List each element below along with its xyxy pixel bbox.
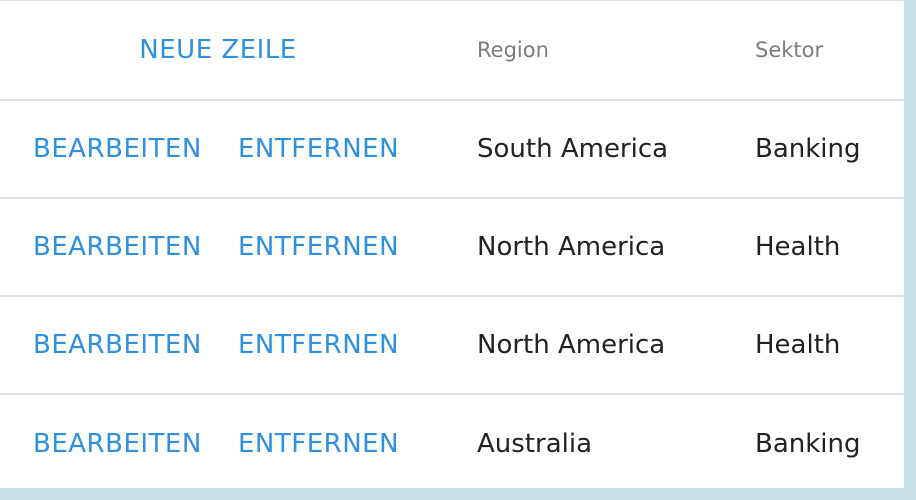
remove-button[interactable]: ENTFERNEN: [238, 330, 399, 360]
cell-sector: Health: [755, 232, 841, 262]
column-header-sector[interactable]: Sektor: [755, 1, 823, 99]
edit-button[interactable]: BEARBEITEN: [33, 330, 202, 360]
cell-region: North America: [477, 330, 666, 360]
row-commands: BEARBEITEN ENTFERNEN: [0, 297, 436, 393]
table-row: BEARBEITEN ENTFERNEN South America Banki…: [0, 101, 904, 199]
grid-header-row: NEUE ZEILE Region Sektor: [0, 1, 904, 101]
cell-region: North America: [477, 232, 666, 262]
table-row: BEARBEITEN ENTFERNEN North America Healt…: [0, 199, 904, 297]
cell-region: South America: [477, 134, 669, 164]
edit-button[interactable]: BEARBEITEN: [33, 232, 202, 262]
row-commands: BEARBEITEN ENTFERNEN: [0, 199, 436, 295]
cell-region: Australia: [477, 429, 593, 459]
table-row: BEARBEITEN ENTFERNEN North America Healt…: [0, 297, 904, 395]
remove-button[interactable]: ENTFERNEN: [238, 232, 399, 262]
row-commands: BEARBEITEN ENTFERNEN: [0, 395, 436, 493]
column-header-region[interactable]: Region: [477, 1, 549, 99]
cell-sector: Banking: [755, 134, 861, 164]
table-row: BEARBEITEN ENTFERNEN Australia Banking: [0, 395, 904, 493]
row-commands: BEARBEITEN ENTFERNEN: [0, 101, 436, 197]
edit-button[interactable]: BEARBEITEN: [33, 134, 202, 164]
cell-sector: Health: [755, 330, 841, 360]
new-row-button[interactable]: NEUE ZEILE: [139, 35, 296, 65]
remove-button[interactable]: ENTFERNEN: [238, 429, 399, 459]
command-column-header: NEUE ZEILE: [0, 1, 436, 99]
remove-button[interactable]: ENTFERNEN: [238, 134, 399, 164]
data-grid: NEUE ZEILE Region Sektor BEARBEITEN ENTF…: [0, 1, 904, 493]
cell-sector: Banking: [755, 429, 861, 459]
edit-button[interactable]: BEARBEITEN: [33, 429, 202, 459]
data-grid-card: NEUE ZEILE Region Sektor BEARBEITEN ENTF…: [0, 0, 904, 488]
